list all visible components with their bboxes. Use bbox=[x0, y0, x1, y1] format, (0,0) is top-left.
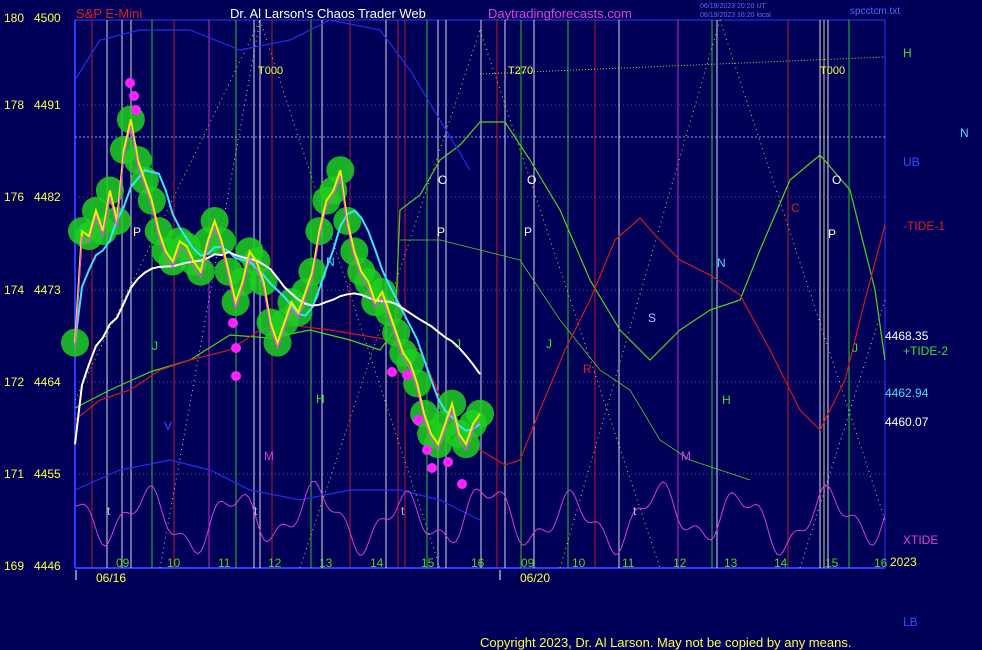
date-label: 06/20 bbox=[520, 571, 550, 585]
hour-label: 14 bbox=[370, 556, 384, 570]
chart-marker: J bbox=[852, 341, 858, 355]
chart-marker: O bbox=[527, 173, 536, 187]
label-n: N bbox=[960, 126, 969, 140]
chart-marker: S bbox=[648, 311, 656, 325]
chart-marker: C bbox=[791, 201, 800, 215]
label-tide2: +TIDE-2 bbox=[903, 344, 948, 358]
timestamp-ut: 06/19/2023 20:20 UT bbox=[700, 3, 766, 10]
magenta-dot bbox=[427, 463, 437, 473]
label-xtide: XTIDE bbox=[903, 533, 938, 547]
site-name[interactable]: Daytradingforecasts.com bbox=[488, 6, 632, 21]
y-tick-right-label: 4482 bbox=[34, 190, 61, 204]
y-tick-left-label: 180 bbox=[4, 11, 24, 25]
chart-marker: R bbox=[583, 362, 592, 376]
data-file-name: spcctcm.txt bbox=[850, 6, 900, 17]
chart-marker: P bbox=[828, 227, 836, 241]
chart-marker: P bbox=[437, 225, 445, 239]
y-tick-left-label: 171 bbox=[4, 467, 24, 481]
chart-marker: O bbox=[832, 173, 841, 187]
magenta-dot bbox=[129, 91, 139, 101]
y-tick-right-label: 4455 bbox=[34, 467, 61, 481]
label-value-1: 4468.35 bbox=[885, 329, 929, 343]
chart-marker: V bbox=[164, 419, 172, 433]
y-tick-right-label: 4473 bbox=[34, 283, 61, 297]
hour-label: 13 bbox=[319, 556, 333, 570]
chart-marker: N bbox=[326, 255, 335, 269]
cycle-label: T000 bbox=[258, 65, 283, 77]
chart-title: Dr. Al Larson's Chaos Trader Web bbox=[230, 6, 426, 21]
hour-label: 11 bbox=[622, 556, 635, 570]
magenta-dot bbox=[228, 318, 238, 328]
y-tick-left-label: 178 bbox=[4, 98, 24, 112]
chart-marker: J bbox=[152, 339, 158, 353]
chart-marker: M bbox=[264, 449, 274, 463]
magenta-dot bbox=[131, 105, 141, 115]
hour-label: 16 bbox=[874, 556, 888, 570]
hour-label: 12 bbox=[673, 556, 687, 570]
hour-label: 15 bbox=[825, 556, 839, 570]
chart-marker: P bbox=[524, 225, 532, 239]
year-label: 2023 bbox=[890, 555, 917, 569]
hour-label: 10 bbox=[167, 556, 181, 570]
hour-label: 09 bbox=[521, 556, 535, 570]
chart-marker: M bbox=[681, 449, 691, 463]
symbol-label: S&P E-Mini bbox=[76, 6, 142, 21]
hour-label: 10 bbox=[572, 556, 586, 570]
magenta-dot bbox=[457, 479, 467, 489]
magenta-dot bbox=[125, 78, 135, 88]
magenta-dot bbox=[387, 367, 397, 377]
hour-label: 13 bbox=[724, 556, 738, 570]
magenta-dot bbox=[402, 370, 412, 380]
timestamp-local: 06/19/2023 16:20 local bbox=[700, 12, 771, 19]
hour-label: 16 bbox=[471, 556, 485, 570]
magenta-dot bbox=[443, 457, 453, 467]
chart-marker: O bbox=[438, 173, 447, 187]
chart-background bbox=[0, 0, 982, 650]
y-tick-left-label: 174 bbox=[4, 283, 24, 297]
magenta-dot bbox=[231, 343, 241, 353]
y-tick-left-label: 169 bbox=[4, 559, 24, 573]
hour-label: 09 bbox=[116, 556, 130, 570]
y-tick-right-label: 4464 bbox=[34, 375, 61, 389]
label-h: H bbox=[903, 46, 912, 60]
hour-label: 14 bbox=[774, 556, 788, 570]
chart-marker: H bbox=[316, 392, 325, 406]
label-ub: UB bbox=[903, 155, 920, 169]
y-tick-right-label: 4500 bbox=[34, 11, 61, 25]
cycle-label: T270 bbox=[508, 65, 533, 77]
chart-marker: P bbox=[133, 225, 141, 239]
hour-label: 12 bbox=[268, 556, 282, 570]
cycle-label: T000 bbox=[820, 65, 845, 77]
chart-marker: N bbox=[717, 256, 726, 270]
chart-marker: J bbox=[455, 337, 461, 351]
chart-marker: J bbox=[546, 337, 552, 351]
y-tick-right-label: 4446 bbox=[34, 559, 61, 573]
label-value-2: 4462.94 bbox=[885, 386, 929, 400]
hour-label: 15 bbox=[421, 556, 435, 570]
y-tick-left-label: 176 bbox=[4, 190, 24, 204]
copyright-notice: Copyright 2023, Dr. Al Larson. May not b… bbox=[480, 635, 851, 650]
magenta-dot bbox=[413, 415, 423, 425]
date-label: 06/16 bbox=[96, 571, 126, 585]
hour-label: 11 bbox=[218, 556, 231, 570]
magenta-dot bbox=[422, 445, 432, 455]
magenta-dot bbox=[231, 371, 241, 381]
chart: 180 4500 178 4491 176 4482 174 4473 172 4464 171 44… bbox=[0, 0, 982, 650]
label-value-3: 4460.07 bbox=[885, 415, 929, 429]
label-lb: LB bbox=[903, 615, 918, 629]
y-tick-left-label: 172 bbox=[4, 375, 24, 389]
y-tick-right-label: 4491 bbox=[34, 98, 61, 112]
label-tide1: -TIDE-1 bbox=[903, 219, 945, 233]
chart-marker: H bbox=[722, 393, 731, 407]
